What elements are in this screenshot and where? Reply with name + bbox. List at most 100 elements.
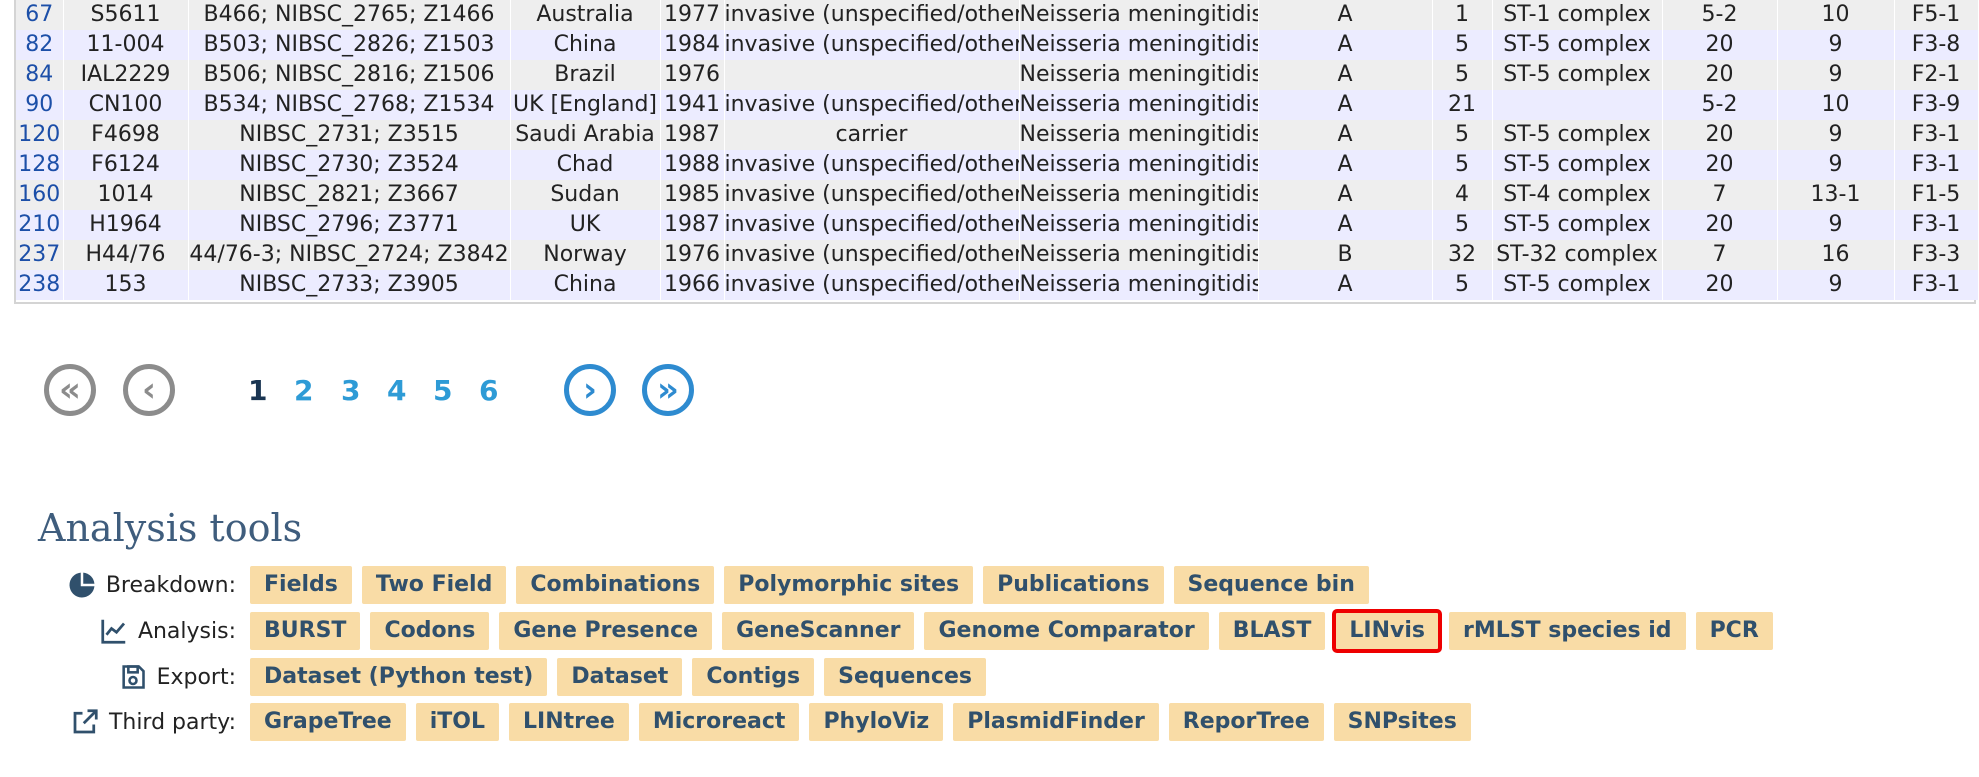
table-cell: 1941 bbox=[660, 90, 725, 120]
table-row: 128 F6124 NIBSC_2730; Z3524 Chad 1988 invasiv… bbox=[16, 150, 1979, 180]
table-cell: 13-1 bbox=[1777, 180, 1895, 210]
page-2-link[interactable]: 2 bbox=[294, 374, 313, 407]
tool-button-codons[interactable]: Codons bbox=[370, 612, 490, 650]
tool-button-gene-presence[interactable]: Gene Presence bbox=[499, 612, 713, 650]
table-row: 237 H44/76 44/76-3; NIBSC_2724; Z3842 Norwa… bbox=[16, 240, 1979, 270]
tool-button-reportree[interactable]: ReporTree bbox=[1168, 703, 1324, 741]
table-cell: Chad bbox=[510, 150, 661, 180]
table-cell: China bbox=[510, 270, 661, 300]
table-cell: F6124 bbox=[63, 150, 189, 180]
table-cell: A bbox=[1258, 0, 1433, 30]
isolate-id-link[interactable]: 82 bbox=[25, 32, 53, 57]
tool-button-genome-comparator[interactable]: Genome Comparator bbox=[924, 612, 1209, 650]
tool-button-sequence-bin[interactable]: Sequence bin bbox=[1173, 566, 1369, 604]
table-cell: 20 bbox=[1662, 60, 1778, 90]
tool-button-snpsites[interactable]: SNPsites bbox=[1333, 703, 1471, 741]
line-chart-icon bbox=[98, 615, 130, 647]
isolate-id-cell[interactable]: 90 bbox=[16, 90, 64, 120]
first-page-button[interactable]: « bbox=[44, 364, 96, 416]
last-page-button[interactable]: » bbox=[642, 364, 694, 416]
tool-button-microreact[interactable]: Microreact bbox=[638, 703, 800, 741]
previous-page-button[interactable]: ‹ bbox=[123, 364, 175, 416]
table-cell: F1-5 bbox=[1894, 180, 1979, 210]
tool-button-phyloviz[interactable]: PhyloViz bbox=[809, 703, 944, 741]
isolate-id-link[interactable]: 84 bbox=[25, 62, 53, 87]
table-cell: invasive (unspecified/other) bbox=[724, 270, 1020, 300]
tool-button-polymorphic-sites[interactable]: Polymorphic sites bbox=[724, 566, 974, 604]
table-cell: ST-5 complex bbox=[1492, 210, 1663, 240]
analysis-tools-heading: Analysis tools bbox=[38, 506, 303, 550]
table-cell: 1966 bbox=[660, 270, 725, 300]
tool-button-sequences[interactable]: Sequences bbox=[824, 658, 986, 696]
table-cell: Neisseria meningitidis bbox=[1019, 120, 1259, 150]
table-cell: S5611 bbox=[63, 0, 189, 30]
isolate-id-link[interactable]: 67 bbox=[25, 2, 53, 27]
isolate-id-link[interactable]: 238 bbox=[18, 272, 60, 297]
page-6-link[interactable]: 6 bbox=[479, 374, 498, 407]
table-cell: 5 bbox=[1432, 270, 1493, 300]
table-cell: 7 bbox=[1662, 240, 1778, 270]
tool-button-dataset[interactable]: Dataset bbox=[557, 658, 683, 696]
tool-button-contigs[interactable]: Contigs bbox=[692, 658, 815, 696]
table-cell: 5-2 bbox=[1662, 90, 1778, 120]
isolate-id-cell[interactable]: 160 bbox=[16, 180, 64, 210]
isolate-id-link[interactable]: 160 bbox=[18, 182, 60, 207]
isolate-id-cell[interactable]: 120 bbox=[16, 120, 64, 150]
isolate-id-link[interactable]: 128 bbox=[18, 152, 60, 177]
table-cell: ST-5 complex bbox=[1492, 120, 1663, 150]
isolate-id-cell[interactable]: 210 bbox=[16, 210, 64, 240]
page-4-link[interactable]: 4 bbox=[387, 374, 406, 407]
table-cell: 9 bbox=[1777, 150, 1895, 180]
table-cell: 20 bbox=[1662, 150, 1778, 180]
page-5-link[interactable]: 5 bbox=[433, 374, 452, 407]
tool-button-blast[interactable]: BLAST bbox=[1218, 612, 1326, 650]
table-cell: NIBSC_2821; Z3667 bbox=[188, 180, 511, 210]
page-1-link[interactable]: 1 bbox=[248, 374, 267, 407]
tool-button-two-field[interactable]: Two Field bbox=[361, 566, 507, 604]
table-cell: ST-4 complex bbox=[1492, 180, 1663, 210]
table-cell: A bbox=[1258, 30, 1433, 60]
table-cell: A bbox=[1258, 90, 1433, 120]
tool-button-rmlst-species-id[interactable]: rMLST species id bbox=[1448, 612, 1686, 650]
isolate-id-link[interactable]: 90 bbox=[25, 92, 53, 117]
next-page-button[interactable]: › bbox=[564, 364, 616, 416]
isolate-id-link[interactable]: 210 bbox=[18, 212, 60, 237]
table-cell: A bbox=[1258, 270, 1433, 300]
table-cell: F4698 bbox=[63, 120, 189, 150]
table-cell: 9 bbox=[1777, 120, 1895, 150]
table-cell: B bbox=[1258, 240, 1433, 270]
tool-button-linvis[interactable]: LINvis bbox=[1332, 609, 1442, 653]
table-cell: 5 bbox=[1432, 60, 1493, 90]
tool-button-burst[interactable]: BURST bbox=[250, 612, 361, 650]
isolate-id-link[interactable]: 120 bbox=[18, 122, 60, 147]
isolate-id-cell[interactable]: 238 bbox=[16, 270, 64, 300]
page-3-link[interactable]: 3 bbox=[341, 374, 360, 407]
table-row: 82 11-004 B503; NIBSC_2826; Z1503 China 1984… bbox=[16, 30, 1979, 60]
tool-button-plasmidfinder[interactable]: PlasmidFinder bbox=[953, 703, 1159, 741]
tool-button-fields[interactable]: Fields bbox=[250, 566, 352, 604]
table-cell: A bbox=[1258, 60, 1433, 90]
table-cell: NIBSC_2730; Z3524 bbox=[188, 150, 511, 180]
tool-button-itol[interactable]: iTOL bbox=[415, 703, 499, 741]
table-cell: F3-8 bbox=[1894, 30, 1979, 60]
table-cell: invasive (unspecified/other) bbox=[724, 180, 1020, 210]
tool-button-publications[interactable]: Publications bbox=[983, 566, 1164, 604]
table-cell: 9 bbox=[1777, 30, 1895, 60]
table-cell: 21 bbox=[1432, 90, 1493, 120]
isolate-id-cell[interactable]: 67 bbox=[16, 0, 64, 30]
table-row: 238 153 NIBSC_2733; Z3905 China 1966 invasive… bbox=[16, 270, 1979, 300]
tool-button-dataset-python-test[interactable]: Dataset (Python test) bbox=[250, 658, 548, 696]
isolate-id-cell[interactable]: 82 bbox=[16, 30, 64, 60]
tool-button-pcr[interactable]: PCR bbox=[1695, 612, 1773, 650]
table-cell: 5 bbox=[1432, 210, 1493, 240]
isolate-id-cell[interactable]: 84 bbox=[16, 60, 64, 90]
tool-button-grapetree[interactable]: GrapeTree bbox=[250, 703, 406, 741]
tool-button-lintree[interactable]: LINtree bbox=[508, 703, 629, 741]
isolate-id-cell[interactable]: 237 bbox=[16, 240, 64, 270]
tool-button-genescanner[interactable]: GeneScanner bbox=[722, 612, 915, 650]
table-cell: H1964 bbox=[63, 210, 189, 240]
external-link-icon bbox=[69, 706, 101, 738]
isolate-id-cell[interactable]: 128 bbox=[16, 150, 64, 180]
isolate-id-link[interactable]: 237 bbox=[18, 242, 60, 267]
tool-button-combinations[interactable]: Combinations bbox=[516, 566, 715, 604]
